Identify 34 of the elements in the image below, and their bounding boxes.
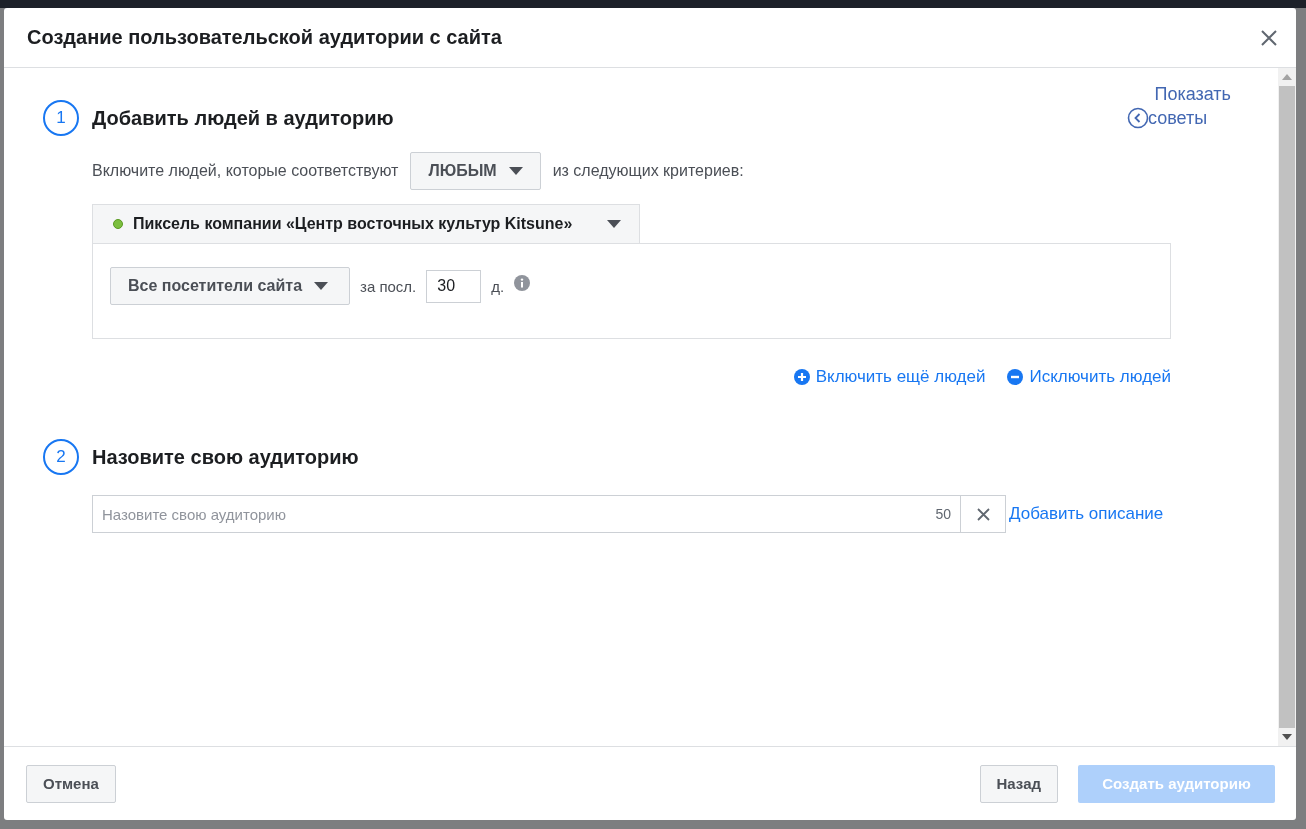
plus-circle-icon <box>793 369 810 385</box>
caret-icon <box>314 282 329 290</box>
scroll-down-icon[interactable] <box>1282 734 1292 740</box>
caret-icon <box>508 167 523 175</box>
caret-icon <box>607 220 621 228</box>
rule-text: Включите людей, которые соответствуют <box>92 162 399 180</box>
step-number: 2 <box>43 439 79 475</box>
character-counter: 50 <box>935 506 951 522</box>
minus-circle-icon <box>1007 369 1024 385</box>
rule-text: из следующих критериев: <box>552 162 744 180</box>
clear-button[interactable] <box>960 495 1006 533</box>
info-icon[interactable] <box>514 275 531 291</box>
step-title: Назовите свою аудиторию <box>92 445 359 469</box>
unit-label: д. <box>491 277 505 295</box>
period-label: за посл. <box>360 277 417 295</box>
scrollbar[interactable] <box>1278 68 1296 746</box>
step-number: 1 <box>43 100 79 136</box>
event-dropdown[interactable]: Все посетители сайта <box>110 267 350 305</box>
back-button[interactable]: Назад <box>979 764 1058 803</box>
scroll-up-icon[interactable] <box>1282 74 1292 80</box>
show-tips-link[interactable]: Показать советы <box>1127 82 1231 130</box>
pixel-dropdown[interactable]: Пиксель компании «Центр восточных культур Kitsune» <box>92 204 640 243</box>
close-icon[interactable] <box>1260 28 1278 47</box>
cancel-button[interactable]: Отмена <box>26 764 116 803</box>
days-input[interactable]: 30 <box>426 269 482 303</box>
criteria-link[interactable]: Исключить людей <box>1007 367 1171 387</box>
chevron-left-circle-icon <box>1127 107 1149 129</box>
dialog-title: Создание пользовательской аудитории с сайта <box>27 26 502 49</box>
scrollbar-thumb[interactable] <box>1279 86 1295 728</box>
match-dropdown[interactable]: ЛЮБЫМ <box>410 152 541 190</box>
criteria-link[interactable]: Включить ещё людей <box>793 367 986 387</box>
close-icon <box>976 507 990 521</box>
step-title: Добавить людей в аудиторию <box>92 106 394 130</box>
add-description-link[interactable]: Добавить описание <box>1009 504 1164 524</box>
